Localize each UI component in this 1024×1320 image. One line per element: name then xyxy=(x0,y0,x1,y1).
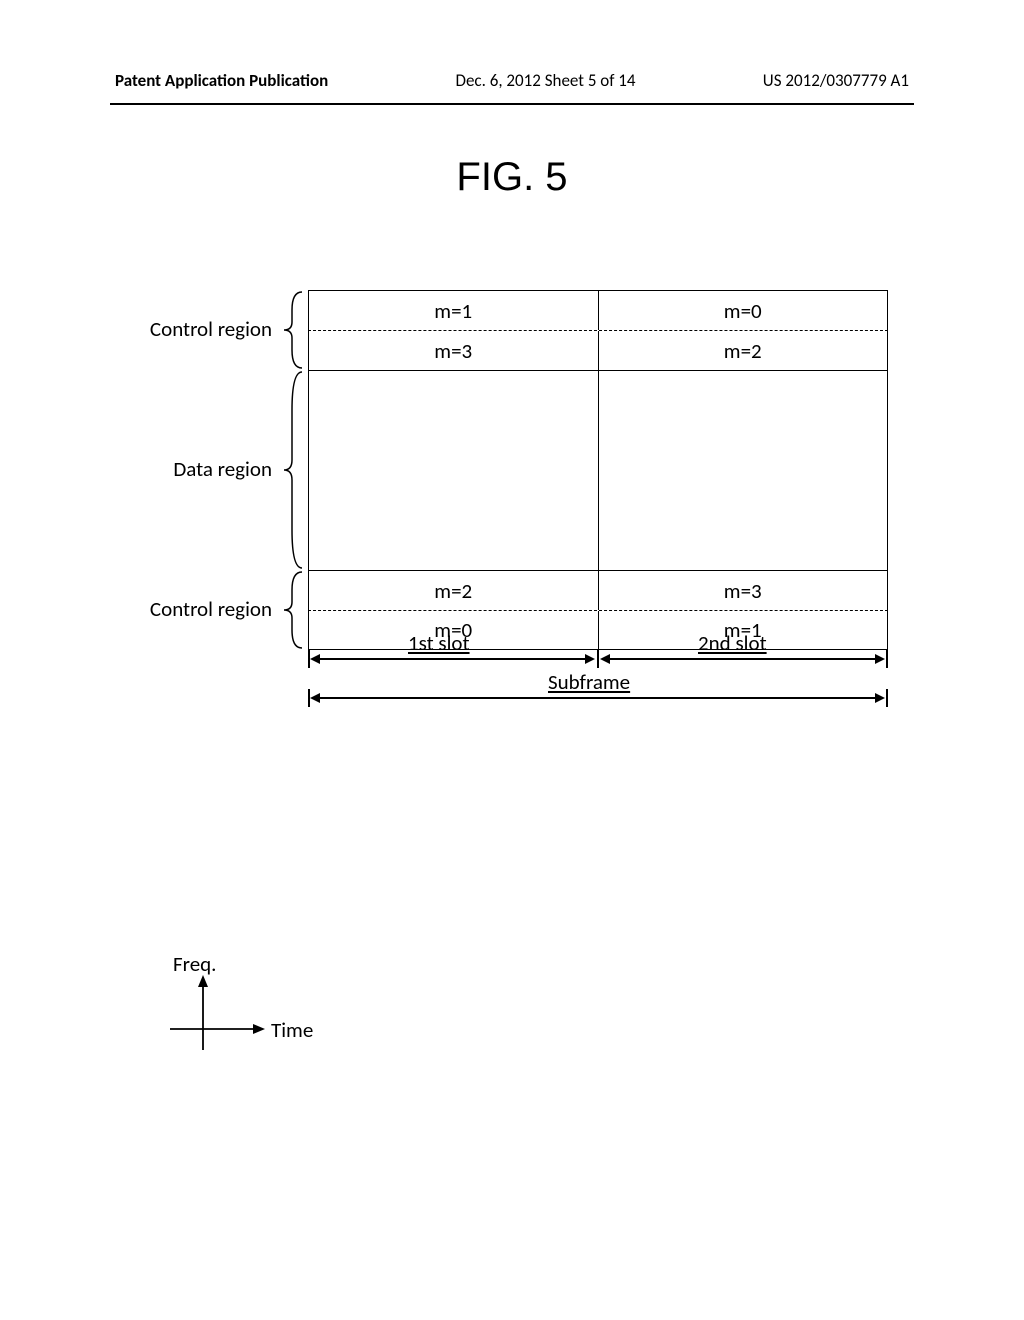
second-slot-label: 2nd slot xyxy=(698,630,767,656)
header-sheet: Dec. 6, 2012 Sheet 5 of 14 xyxy=(455,70,635,91)
control-row-bot-2: m=0 m=1 xyxy=(308,610,888,650)
control-row-top-2: m=3 m=2 xyxy=(308,330,888,370)
freq-axis-label: Freq. xyxy=(173,951,216,977)
brace-icon xyxy=(280,290,308,370)
cell-m2: m=2 xyxy=(309,571,599,610)
grid: m=1 m=0 m=3 m=2 m=2 m=3 m=0 m=1 1st slot… xyxy=(308,290,888,730)
subframe-dimension-arrow: Subframe xyxy=(308,695,888,730)
header-docnumber: US 2012/0307779 A1 xyxy=(763,70,909,91)
first-slot-label: 1st slot xyxy=(408,630,470,656)
brace-column xyxy=(280,290,308,730)
arrowhead-icon xyxy=(875,654,885,664)
header-rule xyxy=(110,103,914,105)
cell-m3: m=3 xyxy=(599,571,888,610)
axis-indicator: Freq. Time xyxy=(165,955,315,1055)
control-region-bottom-label: Control region xyxy=(130,570,280,650)
region-labels: Control region Data region Control regio… xyxy=(130,290,280,730)
control-row-top-1: m=1 m=0 xyxy=(308,290,888,330)
page-header: Patent Application Publication Dec. 6, 2… xyxy=(0,0,1024,103)
cell-m3: m=3 xyxy=(309,331,599,370)
cell-m1: m=1 xyxy=(309,291,599,330)
figure-title: FIG. 5 xyxy=(0,155,1024,200)
header-publication: Patent Application Publication xyxy=(115,70,328,91)
arrowhead-icon xyxy=(875,693,885,703)
control-row-bot-1: m=2 m=3 xyxy=(308,570,888,610)
data-region-label: Data region xyxy=(130,370,280,570)
brace-icon xyxy=(280,370,308,570)
arrowhead-icon xyxy=(585,654,595,664)
cell-m2: m=2 xyxy=(599,331,888,370)
brace-icon xyxy=(280,570,308,650)
slot-divider xyxy=(598,371,599,570)
data-region-box xyxy=(308,370,888,570)
control-region-top-label: Control region xyxy=(130,290,280,370)
cell-m0: m=0 xyxy=(599,291,888,330)
subframe-label: Subframe xyxy=(548,669,630,695)
time-axis-label: Time xyxy=(271,1017,313,1043)
subframe-diagram: Control region Data region Control regio… xyxy=(130,290,900,730)
